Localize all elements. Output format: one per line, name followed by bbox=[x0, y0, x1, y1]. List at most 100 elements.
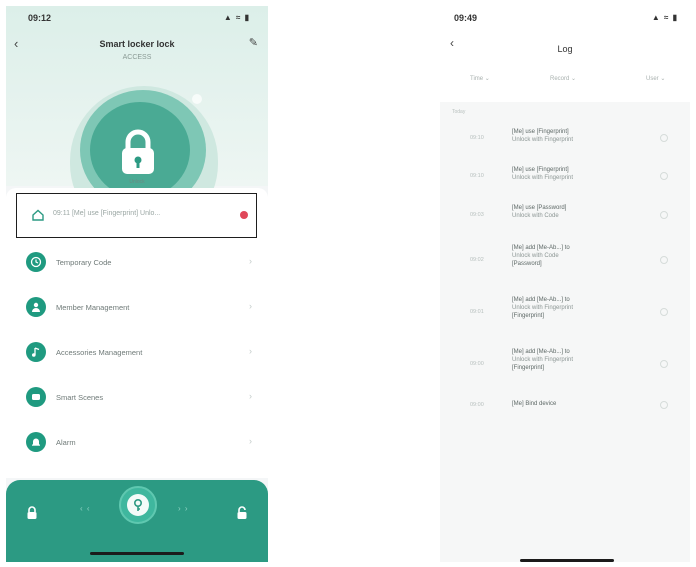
lock-open-icon[interactable] bbox=[236, 506, 248, 520]
status-bar: 09:12 ▲ ≈ ▮ bbox=[6, 12, 268, 26]
log-list: 09:10 [Me] use [Fingerprint] Unlock with… bbox=[440, 116, 690, 422]
log-line-1: [Me] use [Fingerprint] bbox=[512, 167, 569, 173]
menu-item-temporary-code[interactable]: Temporary Code › bbox=[6, 244, 268, 289]
info-icon[interactable] bbox=[660, 211, 668, 219]
log-line-1: [Me] add [Me-Ab...] to bbox=[512, 349, 570, 355]
log-line-3: [Password] bbox=[512, 261, 542, 267]
bell-icon bbox=[26, 432, 46, 452]
info-icon[interactable] bbox=[660, 172, 668, 180]
status-icons: ▲ ≈ ▮ bbox=[651, 13, 678, 22]
log-line-1: [Me] use [Fingerprint] bbox=[512, 129, 569, 135]
key-slider-button[interactable] bbox=[119, 486, 157, 524]
log-text: [Me] use [Password] Unlock with Code bbox=[512, 204, 652, 220]
clock-icon bbox=[26, 252, 46, 272]
lock-closed-icon[interactable] bbox=[26, 506, 38, 520]
log-line-1: [Me] Bind device bbox=[512, 401, 557, 407]
log-time: 09:02 bbox=[470, 257, 484, 263]
unread-dot bbox=[240, 211, 248, 219]
menu-item-smart-scenes[interactable]: Smart Scenes › bbox=[6, 379, 268, 424]
filter-user[interactable]: User ⌄ bbox=[646, 75, 665, 82]
home-icon bbox=[32, 209, 44, 221]
log-line-3: [Fingerprint] bbox=[512, 365, 545, 371]
log-item[interactable]: 09:03 [Me] use [Password] Unlock with Co… bbox=[440, 192, 690, 232]
log-header: 09:49 ▲ ≈ ▮ ‹ Log Time ⌄ Record ⌄ User ⌄ bbox=[440, 6, 690, 102]
recent-log-text: 09:11 [Me] use [Fingerprint] Unlo... bbox=[53, 210, 161, 217]
scene-icon bbox=[26, 387, 46, 407]
sparkle-icon bbox=[192, 94, 202, 104]
filter-record[interactable]: Record ⌄ bbox=[550, 75, 576, 82]
info-icon[interactable] bbox=[660, 134, 668, 142]
menu-item-alarm[interactable]: Alarm › bbox=[6, 424, 268, 469]
log-screen: 09:49 ▲ ≈ ▮ ‹ Log Time ⌄ Record ⌄ User ⌄… bbox=[440, 6, 690, 562]
log-text: [Me] use [Fingerprint] Unlock with Finge… bbox=[512, 128, 652, 144]
arrows-left: ‹ ‹ bbox=[80, 504, 91, 513]
chevron-right-icon: › bbox=[249, 436, 252, 446]
device-subtitle: ACCESS bbox=[122, 54, 152, 61]
status-time: 09:49 bbox=[454, 13, 478, 23]
key-icon bbox=[127, 494, 149, 516]
log-item[interactable]: 09:01 [Me] add [Me-Ab...] to Unlock with… bbox=[440, 284, 690, 336]
lock-home-screen: 09:12 ▲ ≈ ▮ ‹ Smart locker lock ACCESS ✎… bbox=[6, 6, 268, 562]
log-line-2: Unlock with Code bbox=[512, 213, 559, 219]
menu-item-label: Smart Scenes bbox=[56, 393, 104, 402]
log-time: 09:10 bbox=[470, 173, 484, 179]
log-time: 09:03 bbox=[470, 212, 484, 218]
log-line-2: Unlock with Fingerprint bbox=[512, 175, 574, 181]
padlock-icon[interactable] bbox=[118, 128, 158, 176]
page-title: Log bbox=[557, 44, 573, 54]
status-time: 09:12 bbox=[28, 13, 52, 23]
chevron-right-icon: › bbox=[249, 391, 252, 401]
screenshot-stage: 09:12 ▲ ≈ ▮ ‹ Smart locker lock ACCESS ✎… bbox=[0, 0, 696, 567]
info-icon[interactable] bbox=[660, 360, 668, 368]
log-line-1: [Me] add [Me-Ab...] to bbox=[512, 245, 570, 251]
log-item[interactable]: 09:00 [Me] Bind device bbox=[440, 388, 690, 422]
log-text: [Me] Bind device bbox=[512, 400, 652, 408]
log-time: 09:01 bbox=[470, 309, 484, 315]
log-time: 09:00 bbox=[470, 402, 484, 408]
log-item[interactable]: 09:10 [Me] use [Fingerprint] Unlock with… bbox=[440, 116, 690, 154]
music-note-icon bbox=[26, 342, 46, 362]
log-line-2: Unlock with Fingerprint bbox=[512, 305, 574, 311]
arrows-right: › › bbox=[178, 504, 189, 513]
log-item[interactable]: 09:00 [Me] add [Me-Ab...] to Unlock with… bbox=[440, 336, 690, 388]
log-line-2: Unlock with Code bbox=[512, 253, 559, 259]
lock-panel: 09:11 [Me] use [Fingerprint] Unlo... Tem… bbox=[6, 188, 268, 478]
home-indicator bbox=[90, 552, 184, 555]
log-line-1: [Me] add [Me-Ab...] to bbox=[512, 297, 570, 303]
date-label: Today bbox=[452, 109, 466, 115]
chevron-right-icon: › bbox=[249, 301, 252, 311]
menu-item-label: Member Management bbox=[56, 303, 130, 312]
menu-item-label: Accessories Management bbox=[56, 348, 143, 357]
log-line-3: [Fingerprint] bbox=[512, 313, 545, 319]
unlock-slider-bar: ‹ ‹ › › bbox=[6, 480, 268, 562]
log-filters: Time ⌄ Record ⌄ User ⌄ bbox=[440, 70, 690, 90]
log-line-1: [Me] use [Password] bbox=[512, 205, 567, 211]
log-text: [Me] add [Me-Ab...] to Unlock with Code … bbox=[512, 244, 652, 268]
status-bar: 09:49 ▲ ≈ ▮ bbox=[440, 12, 690, 26]
log-item[interactable]: 09:10 [Me] use [Fingerprint] Unlock with… bbox=[440, 154, 690, 192]
device-title: Smart locker lock bbox=[99, 39, 175, 49]
home-indicator bbox=[520, 559, 614, 562]
pencil-icon[interactable]: ✎ bbox=[249, 36, 258, 49]
recent-log-entry[interactable]: 09:11 [Me] use [Fingerprint] Unlo... bbox=[16, 193, 257, 238]
log-text: [Me] add [Me-Ab...] to Unlock with Finge… bbox=[512, 296, 652, 320]
log-item[interactable]: 09:02 [Me] add [Me-Ab...] to Unlock with… bbox=[440, 232, 690, 284]
log-line-2: Unlock with Fingerprint bbox=[512, 137, 574, 143]
chevron-right-icon: › bbox=[249, 256, 252, 266]
filter-time[interactable]: Time ⌄ bbox=[470, 75, 490, 82]
menu-item-label: Temporary Code bbox=[56, 258, 112, 267]
status-icons: ▲ ≈ ▮ bbox=[223, 13, 250, 22]
chevron-right-icon: › bbox=[249, 346, 252, 356]
menu-item-member-management[interactable]: Member Management › bbox=[6, 289, 268, 334]
info-icon[interactable] bbox=[660, 256, 668, 264]
person-icon bbox=[26, 297, 46, 317]
log-time: 09:10 bbox=[470, 135, 484, 141]
log-text: [Me] use [Fingerprint] Unlock with Finge… bbox=[512, 166, 652, 182]
log-time: 09:00 bbox=[470, 361, 484, 367]
info-icon[interactable] bbox=[660, 308, 668, 316]
info-icon[interactable] bbox=[660, 401, 668, 409]
feature-menu: Temporary Code › Member Management › Acc… bbox=[6, 244, 268, 469]
log-text: [Me] add [Me-Ab...] to Unlock with Finge… bbox=[512, 348, 652, 372]
log-line-2: Unlock with Fingerprint bbox=[512, 357, 574, 363]
menu-item-accessories-management[interactable]: Accessories Management › bbox=[6, 334, 268, 379]
